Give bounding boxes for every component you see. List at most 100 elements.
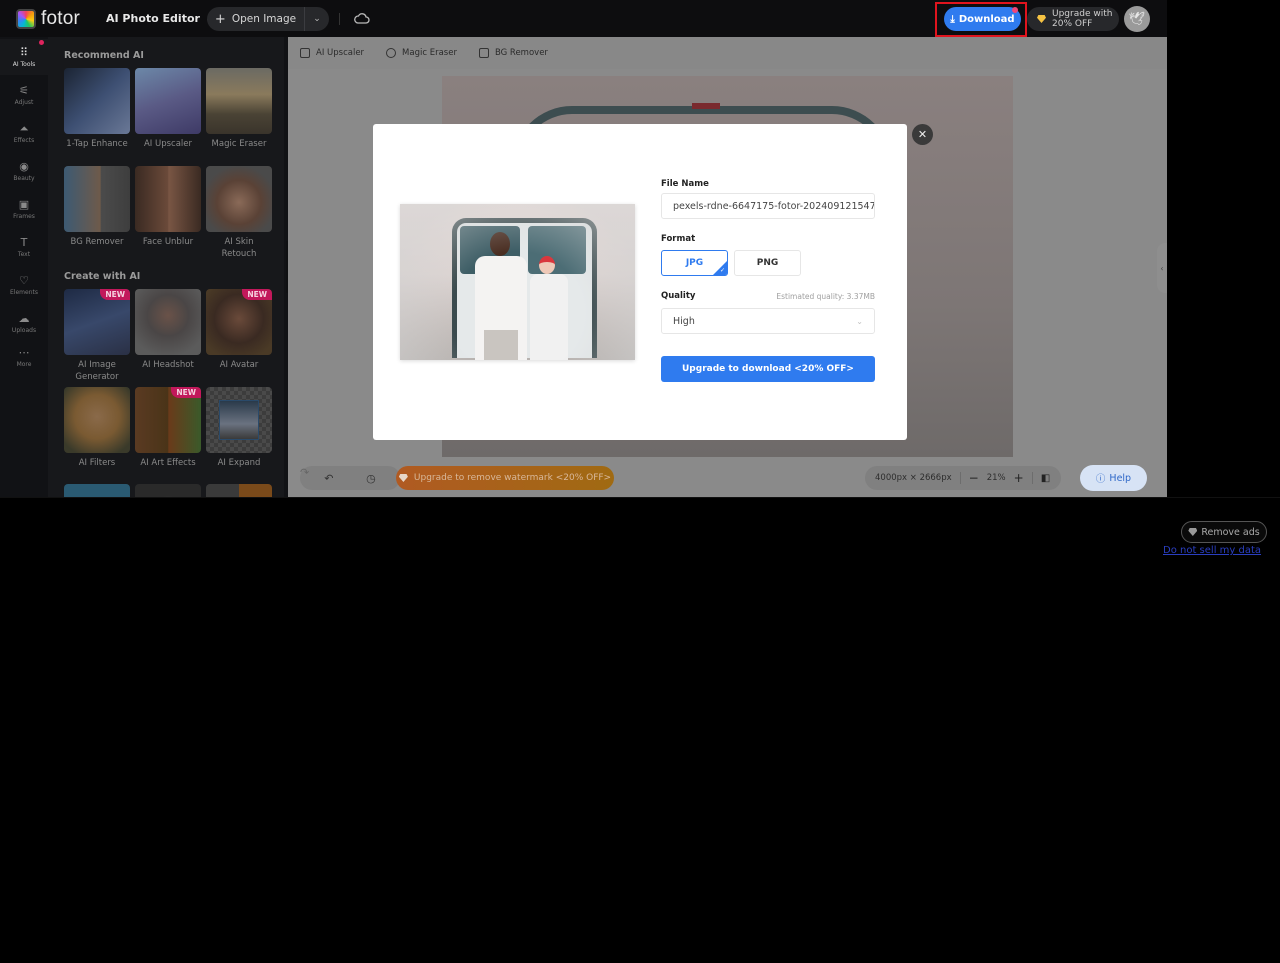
tool-tile-bg-remover[interactable]: BG Remover [64,166,130,248]
section-title-create: Create with AI [64,271,141,282]
bg-remover-icon [478,48,489,58]
tool-tile-1-tap-enhance[interactable]: 1-Tap Enhance [64,68,130,150]
upscale-icon [300,48,310,58]
tool-tile-ai-skin-retouch[interactable]: AI Skin Retouch [206,166,272,260]
tool-tile-face-unblur[interactable]: Face Unblur [135,166,201,248]
editor-mode-dropdown[interactable]: AI Photo Editor ⌄ [106,12,214,25]
tool-tile-ai-expand[interactable]: AI Expand [206,387,272,469]
help-label: Help [1109,472,1132,484]
ai-tools-panel: Recommend AI 1-Tap Enhance AI Upscaler M… [48,37,288,497]
new-badge: NEW [100,289,130,300]
remove-ads-button[interactable]: Remove ads [1181,521,1267,543]
app-window: fotor AI Photo Editor ⌄ + Open Image ⌄ ⤓… [0,0,1167,497]
remove-watermark-button[interactable]: Upgrade to remove watermark <20% OFF> [396,466,614,490]
rail-item-beauty[interactable]: ◉ Beauty [0,153,48,189]
rail-item-elements[interactable]: ♡ Elements [0,267,48,303]
rail-item-adjust[interactable]: ⚟ Adjust [0,77,48,113]
tool-tile-magic-eraser[interactable]: Magic Eraser [206,68,272,150]
quick-tool-ai-upscaler[interactable]: AI Upscaler [300,48,364,58]
tile-label: AI Image Generator [75,360,119,382]
remove-ads-label: Remove ads [1201,526,1260,538]
history-icon[interactable]: ◷ [366,472,376,485]
tool-tile-ai-avatar[interactable]: NEW AI Avatar [206,289,272,371]
zoom-out-button[interactable]: − [969,471,979,485]
download-label: Download [958,13,1015,25]
tile-thumbnail [64,68,130,134]
question-icon: ⓘ [1095,474,1106,485]
rail-label: Text [17,250,31,258]
editor-mode-label: AI Photo Editor [106,12,200,25]
rail-item-more[interactable]: ⋯ More [0,339,48,375]
diamond-icon [1188,528,1198,536]
new-badge: NEW [242,289,272,300]
upgrade-to-download-button[interactable]: Upgrade to download <20% OFF> [661,356,875,382]
user-avatar[interactable]: 🕊 [1124,6,1150,32]
check-icon: ✓ [719,267,725,274]
format-option-jpg[interactable]: JPG ✓ [661,250,728,276]
tile-thumbnail [206,387,272,453]
undo-icon[interactable]: ↶ [324,472,333,485]
compare-icon[interactable]: ◧ [1041,473,1050,484]
frame-icon: ▣ [18,197,30,211]
tool-tile-ai-upscaler[interactable]: AI Upscaler [135,68,201,150]
format-label-png: PNG [756,258,779,268]
rail-item-effects[interactable]: ⏶ Effects [0,115,48,151]
tile-thumbnail: NEW [135,387,201,453]
divider [959,472,961,484]
rail-item-frames[interactable]: ▣ Frames [0,191,48,227]
divider [339,13,340,25]
tile-thumbnail [64,387,130,453]
tool-tile-partial[interactable] [206,484,272,497]
zoom-controls: 4000px × 2666px − 21% + ◧ [865,466,1061,490]
tool-tile-ai-image-generator[interactable]: NEW AI Image Generator [64,289,130,383]
upgrade-line2: 20% OFF [1052,19,1093,29]
tile-thumbnail [64,166,130,232]
tile-label: AI Skin Retouch [221,237,257,259]
quick-tool-magic-eraser[interactable]: Magic Eraser [386,48,457,58]
estimated-size: Estimated quality: 3.37MB [776,292,875,301]
eye-icon: ◉ [19,159,29,173]
quality-value: High [673,315,695,327]
help-button[interactable]: ⓘ Help [1080,465,1147,491]
rail-label: More [16,360,32,368]
divider [0,497,1280,498]
brake-light [692,103,720,109]
expand-right-panel-button[interactable]: ‹ [1157,243,1167,293]
tool-tile-partial[interactable] [64,484,130,497]
do-not-sell-link[interactable]: Do not sell my data [1163,545,1261,556]
notification-dot [1012,7,1018,13]
format-option-png[interactable]: PNG [734,250,801,276]
tool-tile-ai-headshot[interactable]: AI Headshot [135,289,201,371]
tile-label: AI Art Effects [140,458,196,468]
rail-item-text[interactable]: T Text [0,229,48,265]
quality-dropdown[interactable]: High ⌄ [661,308,875,334]
fotor-logo[interactable]: fotor [16,8,80,30]
tile-label: BG Remover [70,237,124,247]
open-image-button[interactable]: + Open Image [207,7,304,31]
download-button[interactable]: ⤓ Download [944,7,1021,31]
zoom-level: 21% [986,473,1006,483]
download-preview-image [400,204,635,360]
tile-thumbnail [135,484,201,497]
tile-label: Face Unblur [142,237,194,247]
tile-thumbnail: NEW [64,289,130,355]
cloud-icon[interactable] [354,11,370,25]
tool-tile-ai-filters[interactable]: AI Filters [64,387,130,469]
zoom-in-button[interactable]: + [1014,471,1024,485]
tile-thumbnail [206,484,272,497]
file-name-input[interactable]: pexels-rdne-6647175-fotor-20240912154752 [661,193,875,219]
tool-tile-ai-art-effects[interactable]: NEW AI Art Effects [135,387,201,469]
watermark-label: Upgrade to remove watermark <20% OFF> [413,473,612,483]
tile-thumbnail [206,166,272,232]
open-image-dropdown[interactable]: ⌄ [305,7,329,31]
rail-item-uploads[interactable]: ☁ Uploads [0,305,48,341]
redo-icon[interactable]: ↷ [300,466,1280,963]
quick-tool-bg-remover[interactable]: BG Remover [478,48,548,58]
rail-label: Adjust [14,98,34,106]
tile-thumbnail [64,484,130,497]
tile-thumbnail [135,289,201,355]
upgrade-button[interactable]: Upgrade with 20% OFF [1027,7,1119,31]
close-dialog-button[interactable]: ✕ [912,124,933,145]
rail-label: Effects [13,136,35,144]
tool-tile-partial[interactable] [135,484,201,497]
